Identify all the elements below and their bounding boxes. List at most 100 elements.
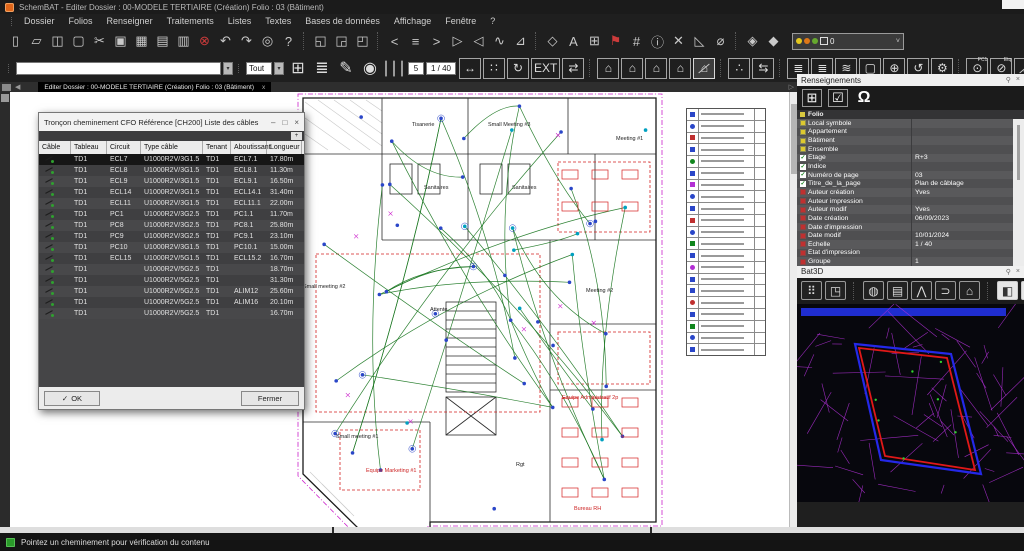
table-row[interactable]: TD1U1000R2V/5G2.5TD118.70m bbox=[39, 264, 304, 275]
column-header-4[interactable]: Tenant bbox=[203, 141, 231, 154]
property-row[interactable]: ✓Indice bbox=[797, 162, 1013, 171]
dialog-title-bar[interactable]: Tronçon cheminement CFO Référence [CH200… bbox=[39, 113, 304, 131]
property-row[interactable]: ✓Titre_de_la_pagePlan de câblage bbox=[797, 179, 1013, 188]
window-folio-icon[interactable]: ◱ bbox=[310, 31, 331, 52]
layers-icon[interactable]: ◈ bbox=[742, 31, 763, 52]
red-marker-icon[interactable] bbox=[800, 259, 806, 265]
table-row[interactable]: TD1PC9U1000R2V/3G2.5TD1PC9.123.10m bbox=[39, 231, 304, 242]
text-tool-icon[interactable]: A bbox=[563, 31, 584, 52]
delete-icon[interactable]: ✕ bbox=[668, 31, 689, 52]
menu-item-6[interactable]: Bases de données bbox=[298, 16, 387, 26]
property-row[interactable]: Auteur impression bbox=[797, 197, 1013, 206]
table-row[interactable]: TD1U1000R2V/5G2.5TD1ALIM1225.60m bbox=[39, 286, 304, 297]
solid-view-icon[interactable]: ◧ bbox=[997, 281, 1018, 300]
table-row[interactable]: TD1ECL7U1000R2V/3G1.5TD1ECL7.117.80m bbox=[39, 154, 304, 165]
path-points-icon[interactable]: ∴ bbox=[728, 58, 750, 79]
view-cube-icon[interactable]: ◳ bbox=[825, 281, 846, 300]
barcode-icon[interactable]: ∣∣∣ bbox=[382, 56, 406, 80]
property-value[interactable] bbox=[911, 197, 1013, 206]
property-row[interactable]: ✓Numéro de page03 bbox=[797, 171, 1013, 180]
red-marker-icon[interactable] bbox=[800, 233, 806, 239]
property-value[interactable] bbox=[911, 128, 1013, 137]
checked-checkbox-icon[interactable]: ✓ bbox=[800, 172, 806, 178]
menu-item-9[interactable]: ? bbox=[483, 16, 502, 26]
pencil-icon[interactable]: ✎ bbox=[334, 56, 358, 80]
prev-tab-arrow[interactable]: ◀ bbox=[15, 83, 20, 91]
dialog-minimize-icon[interactable]: – bbox=[271, 118, 275, 127]
property-row[interactable]: Groupe1 bbox=[797, 257, 1013, 266]
grid-hash-icon[interactable]: # bbox=[626, 31, 647, 52]
property-row[interactable]: Auteur créationYves bbox=[797, 188, 1013, 197]
red-marker-icon[interactable] bbox=[800, 241, 806, 247]
print-icon[interactable]: ▤ bbox=[152, 31, 173, 52]
property-value[interactable]: 10/01/2024 bbox=[911, 231, 1013, 240]
renseignements-title-bar[interactable]: Renseignements ⚲ × bbox=[797, 74, 1024, 86]
table-row[interactable]: TD1ECL14U1000R2V/3G1.5TD1ECL14.131.40m bbox=[39, 187, 304, 198]
table-row[interactable]: TD1U1000R2V/5G2.5TD116.70m bbox=[39, 308, 304, 319]
table-row[interactable]: TD1PC8U1000R2V/3G2.5TD1PC8.125.80m bbox=[39, 220, 304, 231]
checked-checkbox-icon[interactable]: ✓ bbox=[800, 164, 806, 170]
render-sphere-icon[interactable]: ◍ bbox=[863, 281, 884, 300]
cut-icon[interactable]: ✂ bbox=[89, 31, 110, 52]
house-roof-icon[interactable]: ⌂ bbox=[645, 58, 667, 79]
yellow-marker-icon[interactable] bbox=[800, 129, 806, 135]
property-row[interactable]: État d'impression bbox=[797, 249, 1013, 258]
lamp-icon[interactable]: ◉ bbox=[358, 56, 382, 80]
property-value[interactable]: R+3 bbox=[911, 154, 1013, 163]
swap-view-icon[interactable]: ⇄ bbox=[562, 58, 584, 79]
property-value[interactable]: 06/09/2023 bbox=[911, 214, 1013, 223]
roof-layer-icon[interactable]: ⋀ bbox=[911, 281, 932, 300]
table-row[interactable]: TD1ECL9U1000R2V/3G1.5TD1ECL9.116.50m bbox=[39, 176, 304, 187]
save-icon[interactable]: ◫ bbox=[47, 31, 68, 52]
window-validate-icon[interactable]: ◲ bbox=[331, 31, 352, 52]
table-row[interactable]: TD1U1000R2V/5G2.5TD1ALIM1620.10m bbox=[39, 297, 304, 308]
canvas-vertical-scrollbar[interactable] bbox=[789, 92, 797, 527]
grid-size-field[interactable]: 5 bbox=[408, 62, 424, 75]
property-value[interactable]: Plan de câblage bbox=[911, 179, 1013, 188]
window-duplicate-icon[interactable]: ◰ bbox=[352, 31, 373, 52]
left-strip-handle[interactable] bbox=[1, 94, 9, 102]
table-row[interactable]: TD1ECL11U1000R2V/3G1.5TD1ECL11.122.00m bbox=[39, 198, 304, 209]
flag-icon[interactable]: ⚑ bbox=[605, 31, 626, 52]
scrollbar-thumb[interactable] bbox=[1017, 125, 1020, 180]
property-value[interactable]: 03 bbox=[911, 171, 1013, 180]
set-square-icon[interactable]: ◺ bbox=[689, 31, 710, 52]
validate-check-icon[interactable]: ☑ bbox=[828, 89, 848, 107]
bat3d-title-bar[interactable]: Bat3D ⚲ × bbox=[797, 266, 1024, 278]
filter-dropdown-button[interactable]: ▾ bbox=[274, 62, 284, 75]
table-row[interactable]: TD1U1000R2V/5G2.5TD131.30m bbox=[39, 275, 304, 286]
house-full-icon[interactable]: ⌂ bbox=[669, 58, 691, 79]
record-icon[interactable]: ◎ bbox=[257, 31, 278, 52]
tab-close-icon[interactable]: x bbox=[262, 84, 265, 91]
table-row[interactable]: TD1ECL15U1000R2V/5G1.5TD1ECL15.216.70m bbox=[39, 253, 304, 264]
bat3d-viewport[interactable] bbox=[797, 304, 1024, 502]
red-marker-icon[interactable] bbox=[800, 189, 806, 195]
column-header-0[interactable]: Câble bbox=[39, 141, 71, 154]
chevron-down-icon[interactable]: ˅ bbox=[896, 38, 900, 45]
extents-icon[interactable]: EXT bbox=[531, 58, 560, 79]
menu-item-7[interactable]: Affichage bbox=[387, 16, 438, 26]
plug-icon[interactable]: ⊃ bbox=[935, 281, 956, 300]
pin-icon[interactable]: ⚲ bbox=[1006, 268, 1011, 276]
property-row[interactable]: Bâtiment bbox=[797, 136, 1013, 145]
thick-lines-icon[interactable]: ≣ bbox=[310, 56, 334, 80]
reference-input[interactable] bbox=[16, 62, 221, 75]
refresh-view-icon[interactable]: ↻ bbox=[507, 58, 529, 79]
red-marker-icon[interactable] bbox=[800, 215, 806, 221]
property-row[interactable]: Date création06/09/2023 bbox=[797, 214, 1013, 223]
redo-icon[interactable]: ↷ bbox=[236, 31, 257, 52]
yellow-marker-icon[interactable] bbox=[800, 138, 806, 144]
next-tab-arrow[interactable]: ▷ bbox=[789, 83, 794, 91]
property-row[interactable]: Auteur modifYves bbox=[797, 205, 1013, 214]
walls-layer-icon[interactable]: ▤ bbox=[887, 281, 908, 300]
red-marker-icon[interactable] bbox=[800, 198, 806, 204]
property-value[interactable]: Yves bbox=[911, 188, 1013, 197]
folio-counter-field[interactable]: 1 / 40 bbox=[426, 62, 456, 75]
dialog-close-icon[interactable]: × bbox=[294, 118, 299, 127]
ok-button[interactable]: ✓ OK bbox=[44, 391, 100, 406]
cancel-icon[interactable]: ⊗ bbox=[194, 31, 215, 52]
pin-icon[interactable]: ⚲ bbox=[1006, 76, 1011, 84]
table-row[interactable]: TD1ECL8U1000R2V/3G1.5TD1ECL8.111.30m bbox=[39, 165, 304, 176]
column-header-1[interactable]: Tableau bbox=[71, 141, 107, 154]
checked-checkbox-icon[interactable]: ✓ bbox=[800, 181, 806, 187]
